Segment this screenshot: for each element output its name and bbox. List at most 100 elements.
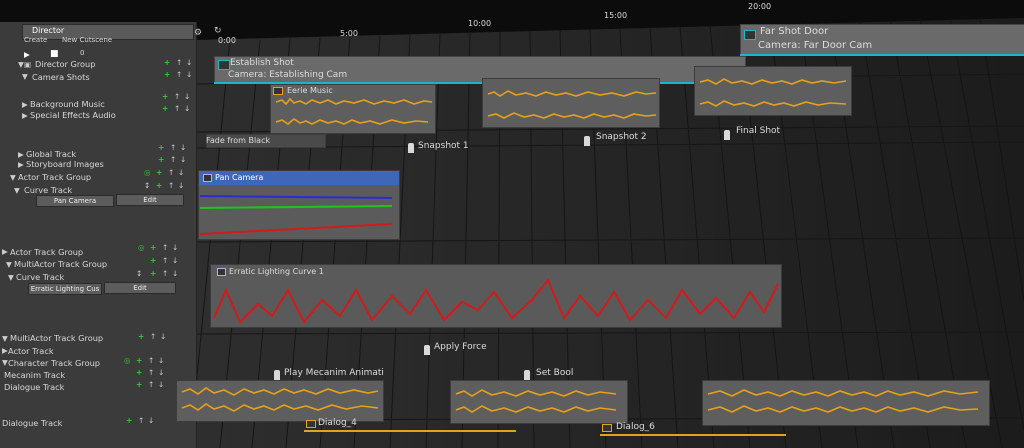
track-special-effects-audio[interactable]: Special Effects Audio bbox=[30, 110, 116, 120]
track-storyboard-images[interactable]: Storyboard Images bbox=[26, 159, 104, 169]
target-icon[interactable]: ◎ bbox=[144, 168, 151, 177]
expand-icon[interactable]: ▼ bbox=[18, 60, 24, 69]
snapshot-marker-icon[interactable] bbox=[724, 130, 730, 140]
track-curve[interactable]: Curve Track bbox=[24, 185, 72, 195]
up-arrow-icon[interactable]: ↑ bbox=[174, 104, 180, 113]
up-arrow-icon[interactable]: ↑ bbox=[162, 269, 168, 278]
down-arrow-icon[interactable]: ↓ bbox=[180, 143, 186, 152]
music-clip-3[interactable] bbox=[694, 66, 852, 116]
down-arrow-icon[interactable]: ↓ bbox=[158, 368, 164, 377]
down-arrow-icon[interactable]: ↓ bbox=[172, 256, 178, 265]
down-arrow-icon[interactable]: ↓ bbox=[178, 181, 184, 190]
expand-icon[interactable]: ▼ bbox=[10, 173, 16, 182]
add-icon[interactable]: + bbox=[138, 332, 144, 341]
up-arrow-icon[interactable]: ↑ bbox=[168, 168, 174, 177]
dialog-clip-1[interactable] bbox=[176, 380, 384, 422]
sort-icon[interactable]: ↕ bbox=[136, 269, 142, 278]
expand-icon[interactable]: ▼ bbox=[6, 260, 12, 269]
add-icon[interactable]: + bbox=[150, 269, 156, 278]
curve-actor-dropdown[interactable]: Pan Camera bbox=[36, 195, 114, 207]
collapse-icon[interactable]: ▶ bbox=[18, 150, 24, 159]
up-arrow-icon[interactable]: ↑ bbox=[174, 92, 180, 101]
up-arrow-icon[interactable]: ↑ bbox=[148, 356, 154, 365]
add-icon[interactable]: + bbox=[150, 243, 156, 252]
track-director-group[interactable]: Director Group bbox=[35, 59, 95, 69]
up-arrow-icon[interactable]: ↑ bbox=[176, 70, 182, 79]
up-arrow-icon[interactable]: ↑ bbox=[170, 143, 176, 152]
down-arrow-icon[interactable]: ↓ bbox=[186, 70, 192, 79]
play-icon[interactable]: ▶ bbox=[24, 50, 30, 59]
up-arrow-icon[interactable]: ↑ bbox=[148, 368, 154, 377]
expand-icon[interactable]: ▼ bbox=[2, 334, 8, 343]
collapse-icon[interactable]: ▶ bbox=[2, 346, 8, 355]
track-mecanim[interactable]: Mecanim Track bbox=[4, 370, 65, 380]
up-arrow-icon[interactable]: ↑ bbox=[170, 155, 176, 164]
track-dialogue[interactable]: Dialogue Track bbox=[4, 382, 64, 392]
add-icon[interactable]: + bbox=[136, 368, 142, 377]
stop-icon[interactable]: ■ bbox=[50, 49, 59, 59]
dialog-clip-2[interactable] bbox=[450, 380, 628, 424]
erratic-lighting-clip[interactable]: Erratic Lighting Curve 1 bbox=[210, 264, 782, 328]
up-arrow-icon[interactable]: ↑ bbox=[162, 256, 168, 265]
up-arrow-icon[interactable]: ↑ bbox=[168, 181, 174, 190]
pan-camera-clip[interactable]: Pan Camera bbox=[198, 170, 400, 240]
up-arrow-icon[interactable]: ↑ bbox=[138, 416, 144, 425]
track-character-track-group[interactable]: Character Track Group bbox=[8, 358, 100, 368]
down-arrow-icon[interactable]: ↓ bbox=[172, 269, 178, 278]
music-clip-1[interactable]: Eerie Music bbox=[270, 84, 436, 134]
up-arrow-icon[interactable]: ↑ bbox=[176, 58, 182, 67]
track-camera-shots[interactable]: Camera Shots bbox=[32, 72, 90, 82]
add-icon[interactable]: + bbox=[162, 104, 168, 113]
collapse-icon[interactable]: ▶ bbox=[22, 111, 28, 120]
up-arrow-icon[interactable]: ↑ bbox=[150, 332, 156, 341]
down-arrow-icon[interactable]: ↓ bbox=[160, 332, 166, 341]
track-dialogue-2[interactable]: Dialogue Track bbox=[2, 418, 62, 428]
menu-cutscene[interactable]: New Cutscene bbox=[62, 36, 112, 44]
curve-edit-button[interactable]: Edit bbox=[116, 194, 184, 206]
up-arrow-icon[interactable]: ↑ bbox=[148, 380, 154, 389]
down-arrow-icon[interactable]: ↓ bbox=[180, 155, 186, 164]
snapshot-marker-icon[interactable] bbox=[584, 136, 590, 146]
target-icon[interactable]: ◎ bbox=[124, 356, 131, 365]
down-arrow-icon[interactable]: ↓ bbox=[178, 168, 184, 177]
track-multiactor-track-group[interactable]: MultiActor Track Group bbox=[14, 259, 107, 269]
down-arrow-icon[interactable]: ↓ bbox=[172, 243, 178, 252]
track-actor[interactable]: Actor Track bbox=[8, 346, 54, 356]
add-icon[interactable]: + bbox=[164, 58, 170, 67]
collapse-icon[interactable]: ▶ bbox=[22, 100, 28, 109]
add-icon[interactable]: + bbox=[158, 155, 164, 164]
add-icon[interactable]: + bbox=[136, 380, 142, 389]
collapse-icon[interactable]: ▶ bbox=[18, 160, 24, 169]
add-icon[interactable]: + bbox=[164, 70, 170, 79]
dialog-clip-3[interactable] bbox=[702, 380, 990, 426]
frame-value[interactable]: 0 bbox=[80, 49, 84, 57]
add-icon[interactable]: + bbox=[162, 92, 168, 101]
down-arrow-icon[interactable]: ↓ bbox=[158, 356, 164, 365]
event-marker-icon[interactable] bbox=[524, 370, 530, 380]
expand-icon[interactable]: ▼ bbox=[8, 273, 14, 282]
music-clip-2[interactable] bbox=[482, 78, 660, 128]
down-arrow-icon[interactable]: ↓ bbox=[186, 58, 192, 67]
curve-edit-button-2[interactable]: Edit bbox=[104, 282, 176, 294]
add-icon[interactable]: + bbox=[158, 143, 164, 152]
event-marker-icon[interactable] bbox=[274, 370, 280, 380]
down-arrow-icon[interactable]: ↓ bbox=[158, 380, 164, 389]
add-icon[interactable]: + bbox=[156, 181, 162, 190]
down-arrow-icon[interactable]: ↓ bbox=[184, 92, 190, 101]
add-icon[interactable]: + bbox=[126, 416, 132, 425]
down-arrow-icon[interactable]: ↓ bbox=[184, 104, 190, 113]
track-curve-2[interactable]: Curve Track bbox=[16, 272, 64, 282]
track-background-music[interactable]: Background Music bbox=[30, 99, 105, 109]
expand-icon[interactable]: ▼ bbox=[22, 72, 28, 81]
target-icon[interactable]: ◎ bbox=[138, 243, 145, 252]
track-actor-track-group-2[interactable]: Actor Track Group bbox=[10, 247, 83, 257]
collapse-icon[interactable]: ▶ bbox=[2, 247, 8, 256]
refresh-icon[interactable]: ↻ bbox=[214, 26, 222, 36]
track-multiactor-track-group-2[interactable]: MultiActor Track Group bbox=[10, 333, 103, 343]
curve-actor-dropdown-2[interactable]: Erratic Lighting Cus bbox=[28, 283, 102, 295]
event-marker-icon[interactable] bbox=[424, 345, 430, 355]
gear-icon[interactable]: ⚙ bbox=[194, 28, 202, 38]
down-arrow-icon[interactable]: ↓ bbox=[148, 416, 154, 425]
track-actor-track-group[interactable]: Actor Track Group bbox=[18, 172, 91, 182]
add-icon[interactable]: + bbox=[150, 256, 156, 265]
